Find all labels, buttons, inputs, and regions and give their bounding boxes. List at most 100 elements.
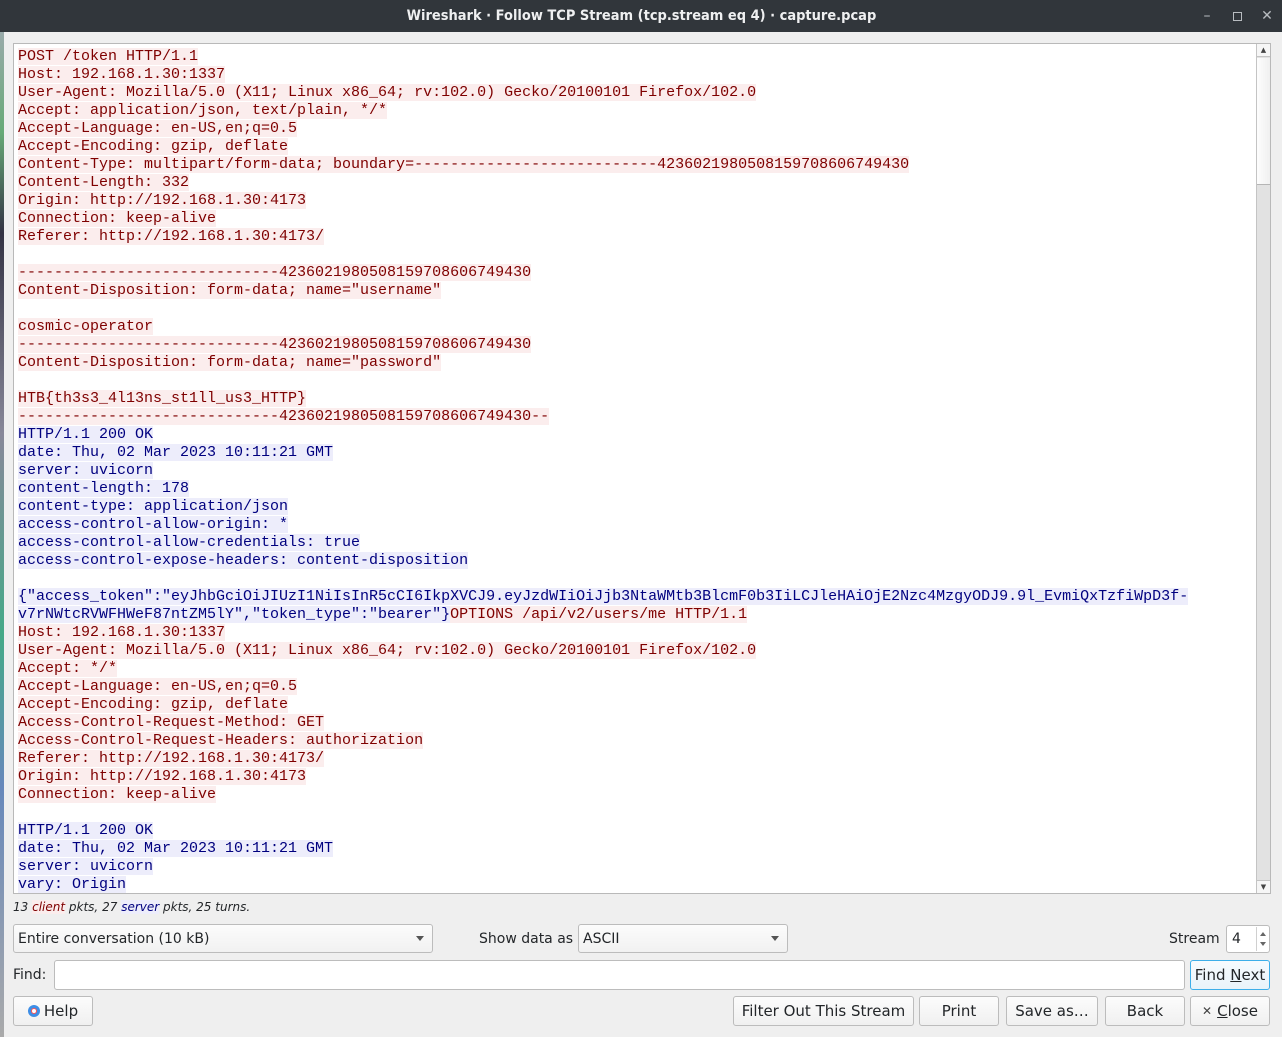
client-text: Access-Control-Request-Headers: authoriz… <box>18 732 424 749</box>
pkts-label: pkts, <box>68 900 99 914</box>
stream-line: Access-Control-Request-Method: GET <box>18 714 1254 732</box>
server-text: access-control-allow-origin: * <box>18 516 289 533</box>
stream-number-spinbox[interactable]: 4 <box>1226 925 1270 953</box>
chevron-down-icon <box>416 936 424 941</box>
client-text: -----------------------------42360219805… <box>18 408 550 425</box>
client-text: Accept: */* <box>18 660 118 677</box>
find-input[interactable] <box>54 960 1185 990</box>
stream-line: cosmic-operator <box>18 318 1254 336</box>
stream-line: HTB{th3s3_4l13ns_st1ll_us3_HTTP} <box>18 390 1254 408</box>
find-next-button[interactable]: Find Next <box>1190 960 1270 990</box>
stream-line: Origin: http://192.168.1.30:4173 <box>18 192 1254 210</box>
stream-line: HTTP/1.1 200 OK <box>18 426 1254 444</box>
scroll-up-button[interactable]: ▲ <box>1257 44 1270 57</box>
minimize-icon: – <box>1203 8 1211 24</box>
close-label-rest: lose <box>1227 1002 1258 1020</box>
stream-line: vary: Origin <box>18 876 1254 893</box>
client-text: HTB{th3s3_4l13ns_st1ll_us3_HTTP} <box>18 390 307 407</box>
spin-down-icon[interactable] <box>1260 942 1266 946</box>
stream-line: Accept-Encoding: gzip, deflate <box>18 138 1254 156</box>
back-button[interactable]: Back <box>1105 996 1185 1026</box>
stream-line: -----------------------------42360219805… <box>18 264 1254 282</box>
client-text: Host: 192.168.1.30:1337 <box>18 624 226 641</box>
stream-line: Connection: keep-alive <box>18 210 1254 228</box>
client-text: Accept-Encoding: gzip, deflate <box>18 696 289 713</box>
client-text: Accept-Language: en-US,en;q=0.5 <box>18 678 298 695</box>
title-bar: Wireshark · Follow TCP Stream (tcp.strea… <box>0 0 1282 32</box>
client-text: -----------------------------42360219805… <box>18 336 532 353</box>
client-text: cosmic-operator <box>18 318 154 335</box>
close-window-button[interactable]: ✕ <box>1252 0 1282 32</box>
window-title: Wireshark · Follow TCP Stream (tcp.strea… <box>406 8 876 24</box>
server-text: HTTP/1.1 200 OK <box>18 822 154 839</box>
client-text: Connection: keep-alive <box>18 210 217 227</box>
help-button[interactable]: Help <box>13 996 93 1026</box>
client-text: Accept-Encoding: gzip, deflate <box>18 138 289 155</box>
client-text: Origin: http://192.168.1.30:4173 <box>18 768 307 785</box>
close-icon: ✕ <box>1261 8 1273 24</box>
server-text: server: uvicorn <box>18 858 154 875</box>
minimize-button[interactable]: – <box>1192 0 1222 32</box>
show-data-select[interactable]: ASCII <box>578 924 788 953</box>
stream-text[interactable]: POST /token HTTP/1.1 Host: 192.168.1.30:1… <box>18 48 1254 893</box>
stream-line: Host: 192.168.1.30:1337 <box>18 66 1254 84</box>
stream-line: HTTP/1.1 200 OK <box>18 822 1254 840</box>
stream-line: Accept: */* <box>18 660 1254 678</box>
turns-label: pkts, 25 turns. <box>163 900 251 914</box>
stream-line: Referer: http://192.168.1.30:4173/ <box>18 750 1254 768</box>
stream-content-view[interactable]: POST /token HTTP/1.1 Host: 192.168.1.30:1… <box>13 43 1271 894</box>
client-text: POST /token HTTP/1.1 <box>18 48 199 65</box>
spin-arrows[interactable] <box>1256 927 1268 951</box>
filter-out-stream-button[interactable]: Filter Out This Stream <box>733 996 914 1026</box>
client-text: Origin: http://192.168.1.30:4173 <box>18 192 307 209</box>
server-text: v7rNWtcRVWFHWeF87ntZM5lY","token_type":"… <box>18 606 451 623</box>
stream-number-value: 4 <box>1232 931 1241 947</box>
help-icon <box>27 1005 40 1017</box>
client-text: User-Agent: Mozilla/5.0 (X11; Linux x86_… <box>18 642 757 659</box>
find-next-mnemonic: N <box>1230 966 1242 984</box>
client-text: Connection: keep-alive <box>18 786 217 803</box>
server-text: HTTP/1.1 200 OK <box>18 426 154 443</box>
show-data-label: Show data as <box>479 931 574 947</box>
stream-line: Access-Control-Request-Headers: authoriz… <box>18 732 1254 750</box>
scrollbar-thumb[interactable] <box>1257 58 1270 185</box>
stream-line: access-control-expose-headers: content-d… <box>18 552 1254 570</box>
stream-line: POST /token HTTP/1.1 <box>18 48 1254 66</box>
stream-line: Connection: keep-alive <box>18 786 1254 804</box>
stream-line: -----------------------------42360219805… <box>18 336 1254 354</box>
help-label: Help <box>43 1002 79 1020</box>
print-button[interactable]: Print <box>919 996 999 1026</box>
server-packet-count: 27 <box>102 900 118 914</box>
stream-line: Referer: http://192.168.1.30:4173/ <box>18 228 1254 246</box>
client-text: Referer: http://192.168.1.30:4173/ <box>18 228 325 245</box>
stream-line <box>18 246 1254 264</box>
spin-up-icon[interactable] <box>1260 932 1266 936</box>
client-packet-count: 13 <box>13 900 29 914</box>
server-text: content-length: 178 <box>18 480 190 497</box>
arrow-up-icon: ▲ <box>1260 46 1267 54</box>
vertical-scrollbar[interactable]: ▲ ▼ <box>1256 44 1270 893</box>
window-controls: – ✕ <box>1192 0 1282 32</box>
conversation-select[interactable]: Entire conversation (10 kB) <box>13 924 433 953</box>
client-label: client <box>32 900 66 914</box>
filter-out-label: Filter Out This Stream <box>741 1002 906 1020</box>
client-text: Content-Type: multipart/form-data; bound… <box>18 156 910 173</box>
save-as-button[interactable]: Save as… <box>1006 996 1098 1026</box>
client-text: -----------------------------42360219805… <box>18 264 532 281</box>
stream-line: Host: 192.168.1.30:1337 <box>18 624 1254 642</box>
stream-line: -----------------------------42360219805… <box>18 408 1254 426</box>
stream-line: v7rNWtcRVWFHWeF87ntZM5lY","token_type":"… <box>18 606 1254 624</box>
conversation-select-value: Entire conversation (10 kB) <box>18 930 210 947</box>
maximize-button[interactable] <box>1222 0 1252 32</box>
scroll-down-button[interactable]: ▼ <box>1257 880 1270 893</box>
close-button[interactable]: ✕ Close <box>1190 996 1270 1026</box>
stream-line <box>18 804 1254 822</box>
find-next-label-post: ext <box>1241 966 1266 984</box>
server-text: server: uvicorn <box>18 462 154 479</box>
server-text: vary: Origin <box>18 876 127 893</box>
stream-line <box>18 300 1254 318</box>
stream-line: Content-Type: multipart/form-data; bound… <box>18 156 1254 174</box>
find-label: Find: <box>13 967 47 983</box>
stream-line: Accept: application/json, text/plain, */… <box>18 102 1254 120</box>
client-text: Content-Disposition: form-data; name="us… <box>18 282 442 299</box>
